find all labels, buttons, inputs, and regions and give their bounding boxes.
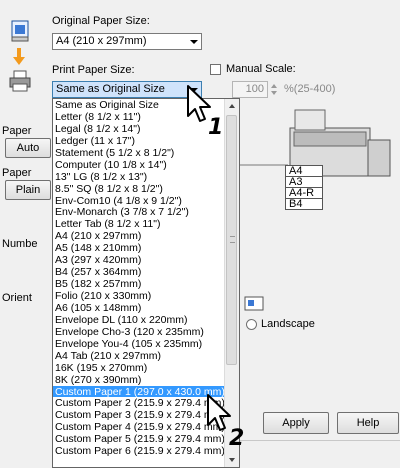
- dropdown-option[interactable]: Statement (5 1/2 x 8 1/2"): [53, 147, 224, 159]
- dropdown-option[interactable]: Custom Paper 3 (215.9 x 279.4 mm): [53, 409, 224, 421]
- scroll-up-icon[interactable]: [226, 100, 238, 112]
- landscape-label: Landscape: [261, 318, 315, 330]
- dropdown-option[interactable]: Custom Paper 4 (215.9 x 279.4 mm): [53, 421, 224, 433]
- arrow-down-icon: [12, 48, 26, 66]
- dropdown-option[interactable]: Envelope DL (110 x 220mm): [53, 314, 224, 326]
- dropdown-option[interactable]: Folio (210 x 330mm): [53, 290, 224, 302]
- dropdown-option[interactable]: B5 (182 x 257mm): [53, 278, 224, 290]
- orientation-label: Orient: [2, 292, 32, 304]
- scroll-thumb[interactable]: [226, 115, 237, 365]
- paper-source-label: Paper: [2, 125, 32, 137]
- chevron-down-icon: [190, 40, 198, 44]
- dropdown-option[interactable]: Env-Monarch (3 7/8 x 7 1/2"): [53, 206, 224, 218]
- print-paper-size-label: Print Paper Size:: [52, 64, 135, 76]
- manual-scale-label: Manual Scale:: [226, 63, 296, 75]
- scroll-down-icon[interactable]: [226, 454, 238, 466]
- manual-scale-range: %(25-400): [284, 83, 336, 95]
- print-paper-size-value: Same as Original Size: [56, 83, 165, 95]
- dropdown-option[interactable]: Legal (8 1/2 x 14"): [53, 123, 224, 135]
- dropdown-option[interactable]: A6 (105 x 148mm): [53, 302, 224, 314]
- separator-line: [240, 440, 400, 441]
- callout-number-1: 1: [208, 115, 224, 140]
- dropdown-option[interactable]: 8K (270 x 390mm): [53, 374, 224, 386]
- dropdown-option[interactable]: B4 (257 x 364mm): [53, 266, 224, 278]
- dropdown-option[interactable]: 16K (195 x 270mm): [53, 362, 224, 374]
- help-button[interactable]: Help: [337, 412, 399, 434]
- dropdown-option[interactable]: A5 (148 x 210mm): [53, 242, 224, 254]
- document-icon: [10, 20, 30, 42]
- dropdown-option[interactable]: Ledger (11 x 17"): [53, 135, 224, 147]
- manual-scale-checkbox[interactable]: [210, 64, 221, 75]
- print-paper-size-select[interactable]: Same as Original Size: [52, 81, 202, 98]
- dropdown-option[interactable]: A3 (297 x 420mm): [53, 254, 224, 266]
- original-paper-size-select[interactable]: A4 (210 x 297mm): [52, 33, 202, 50]
- manual-scale-spinner[interactable]: [271, 81, 279, 98]
- dropdown-option[interactable]: 13" LG (8 1/2 x 13"): [53, 171, 224, 183]
- landscape-radio[interactable]: [246, 319, 257, 330]
- dropdown-option[interactable]: 8.5" SQ (8 1/2 x 8 1/2"): [53, 183, 224, 195]
- printer-icon: [9, 70, 31, 92]
- dropdown-option[interactable]: A4 Tab (210 x 297mm): [53, 350, 224, 362]
- dropdown-option[interactable]: Computer (10 1/8 x 14"): [53, 159, 224, 171]
- dropdown-list: Same as Original Size Letter (8 1/2 x 11"…: [53, 99, 224, 457]
- paper-stack-b4: B4: [285, 198, 323, 210]
- dropdown-option[interactable]: Letter Tab (8 1/2 x 11"): [53, 218, 224, 230]
- dropdown-option[interactable]: Envelope Cho-3 (120 x 235mm): [53, 326, 224, 338]
- original-paper-size-value: A4 (210 x 297mm): [56, 35, 147, 47]
- number-copies-label: Numbe: [2, 238, 38, 250]
- dropdown-option[interactable]: Custom Paper 6 (215.9 x 279.4 mm): [53, 445, 224, 457]
- paper-type-button[interactable]: Plain: [5, 180, 51, 200]
- original-paper-size-label: Original Paper Size:: [52, 15, 150, 27]
- manual-scale-input[interactable]: 100: [232, 81, 268, 98]
- paper-source-button[interactable]: Auto: [5, 138, 51, 158]
- callout-number-2: 2: [229, 426, 245, 451]
- dropdown-option[interactable]: Custom Paper 5 (215.9 x 279.4 mm): [53, 433, 224, 445]
- dropdown-option[interactable]: Envelope You-4 (105 x 235mm): [53, 338, 224, 350]
- dropdown-option[interactable]: A4 (210 x 297mm): [53, 230, 224, 242]
- grip-icon: [230, 236, 235, 243]
- dropdown-option[interactable]: Custom Paper 2 (215.9 x 279.4 mm): [53, 397, 224, 409]
- apply-button[interactable]: Apply: [263, 412, 329, 434]
- dropdown-option[interactable]: Env-Com10 (4 1/8 x 9 1/2"): [53, 195, 224, 207]
- paper-type-label: Paper: [2, 167, 32, 179]
- dropdown-option[interactable]: Custom Paper 1 (297.0 x 430.0 mm): [53, 385, 224, 398]
- landscape-page-icon: [244, 296, 264, 311]
